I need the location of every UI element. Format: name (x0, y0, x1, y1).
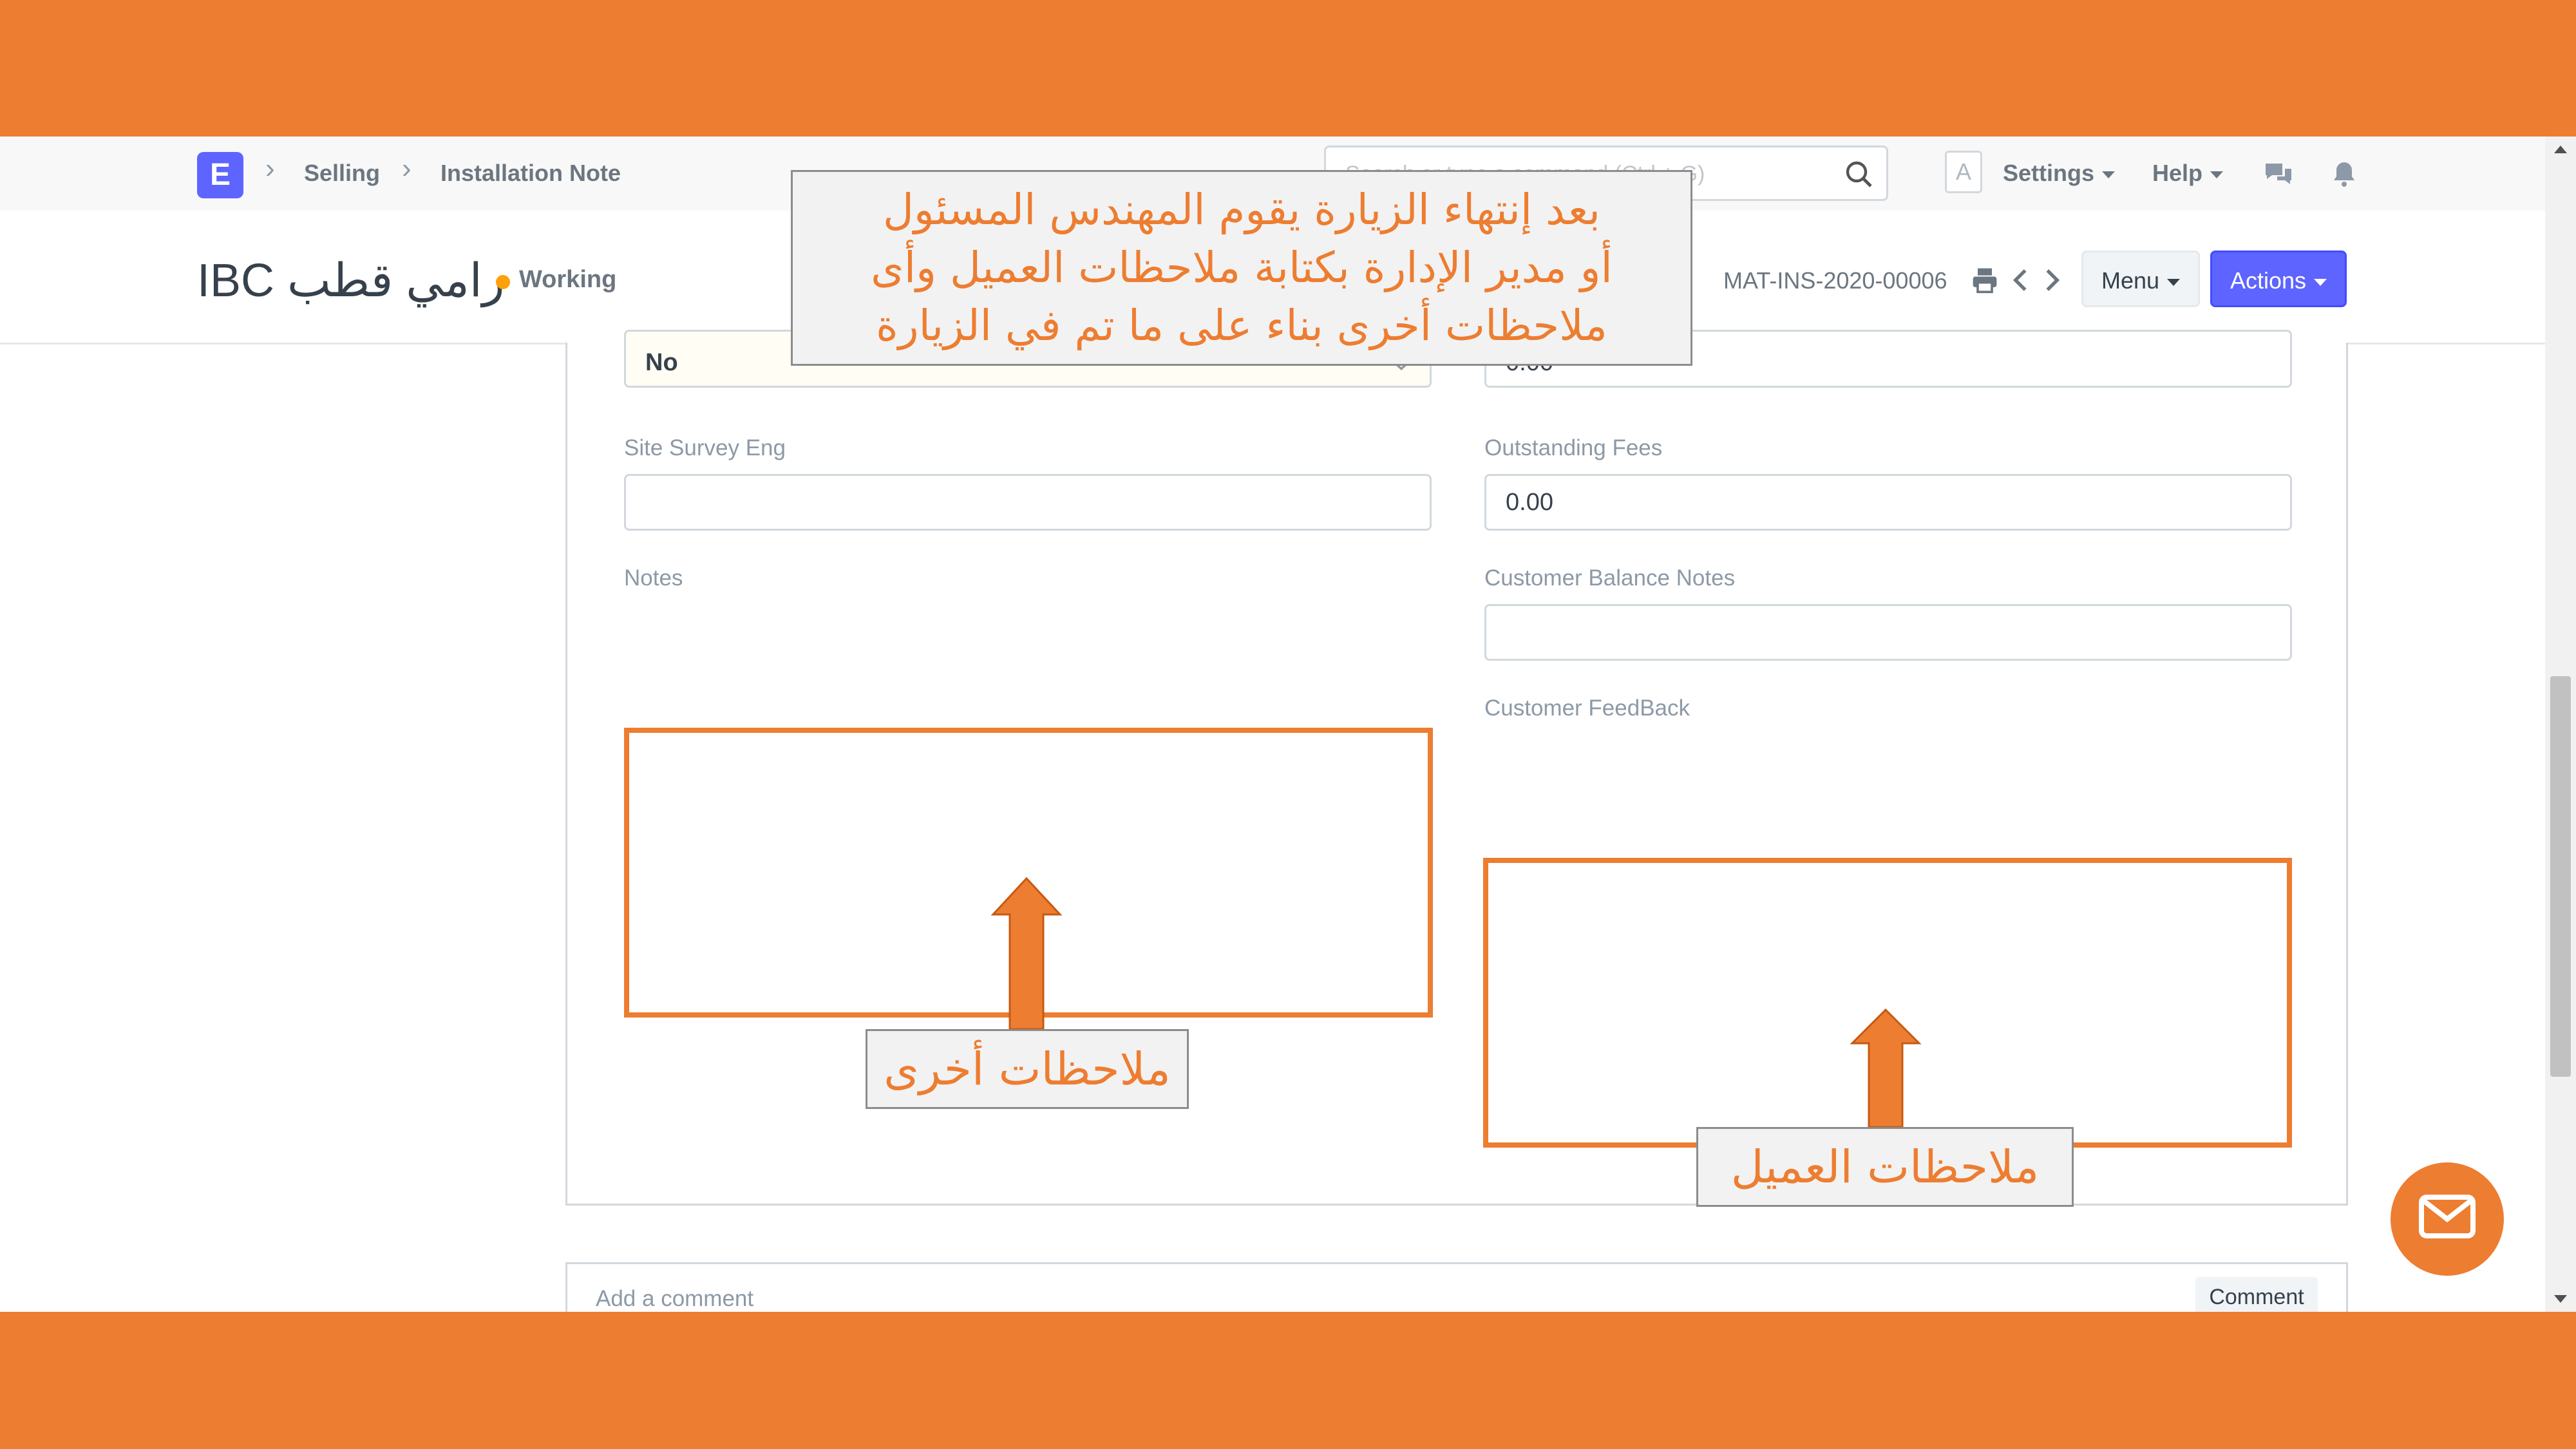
outstanding-fees-label: Outstanding Fees (1484, 435, 1663, 460)
customer-balance-notes-input[interactable] (1484, 604, 2292, 661)
site-survey-eng-input[interactable] (624, 474, 1432, 531)
bell-icon[interactable] (2329, 158, 2360, 189)
form-section: No 0.00 Site Survey Eng Outstanding Fees… (565, 330, 2348, 1206)
comment-header: Add a comment Comment (567, 1264, 2346, 1312)
breadcrumb-installation-note[interactable]: Installation Note (440, 160, 621, 187)
instruction-line-1: بعد إنتهاء الزيارة يقوم المهندس المسئول (882, 185, 1601, 234)
instruction-line-3: ملاحظات أخرى بناء على ما تم في الزيارة (876, 301, 1607, 350)
actions-label: Actions (2230, 267, 2307, 294)
select-value: No (645, 349, 678, 376)
status-badge: Working (519, 266, 617, 293)
scroll-up-arrow[interactable] (2554, 146, 2567, 153)
caret-down-icon (2314, 278, 2327, 286)
previous-document-icon[interactable] (2008, 266, 2034, 294)
feedback-arrow-icon (1850, 1008, 1922, 1128)
instruction-line-2: أو مدير الإدارة بكتابة ملاحظات العميل وأ… (871, 243, 1613, 292)
document-id: MAT-INS-2020-00006 (1723, 267, 1947, 294)
search-icon[interactable] (1844, 159, 1875, 190)
scroll-down-arrow[interactable] (2554, 1295, 2567, 1303)
caret-down-icon (2210, 171, 2224, 178)
scrollbar[interactable] (2545, 137, 2576, 1312)
settings-dropdown[interactable]: Settings (2003, 160, 2116, 187)
avatar[interactable]: A (1945, 151, 1982, 193)
comment-section: Add a comment Comment (565, 1262, 2348, 1312)
chevron-right-icon: › (265, 153, 275, 184)
envelope-icon (2419, 1195, 2476, 1238)
status-indicator (496, 275, 510, 289)
page-title: IBC رامي قطب (197, 255, 505, 307)
help-dropdown[interactable]: Help (2152, 160, 2224, 187)
customer-balance-notes-label: Customer Balance Notes (1484, 565, 1736, 591)
caret-down-icon (2102, 171, 2116, 178)
chevron-right-icon: › (402, 153, 412, 184)
site-survey-eng-label: Site Survey Eng (624, 435, 786, 460)
printer-icon[interactable] (1971, 266, 1999, 294)
comment-button[interactable]: Comment (2195, 1277, 2318, 1312)
customer-feedback-label: Customer FeedBack (1484, 696, 1690, 721)
instruction-callout: بعد إنتهاء الزيارة يقوم المهندس المسئول … (791, 170, 1692, 366)
menu-label: Menu (2101, 267, 2160, 294)
menu-button[interactable]: Menu (2081, 251, 2200, 307)
chat-icon[interactable] (2263, 158, 2294, 189)
actions-button[interactable]: Actions (2210, 251, 2347, 307)
caret-down-icon (2167, 278, 2181, 286)
feedback-callout: ملاحظات العميل (1696, 1127, 2074, 1207)
scroll-thumb[interactable] (2550, 676, 2571, 1077)
chat-support-button[interactable] (2391, 1162, 2504, 1276)
notes-label: Notes (624, 565, 683, 591)
next-document-icon[interactable] (2039, 266, 2065, 294)
notes-callout: ملاحظات أخرى (866, 1029, 1189, 1109)
breadcrumb-selling[interactable]: Selling (304, 160, 380, 187)
outstanding-fees-input[interactable]: 0.00 (1484, 474, 2292, 531)
notes-arrow-icon (990, 876, 1063, 1030)
help-label: Help (2152, 160, 2203, 186)
add-comment-label: Add a comment (596, 1286, 754, 1311)
erpnext-logo[interactable]: E (197, 152, 243, 198)
settings-label: Settings (2003, 160, 2095, 186)
